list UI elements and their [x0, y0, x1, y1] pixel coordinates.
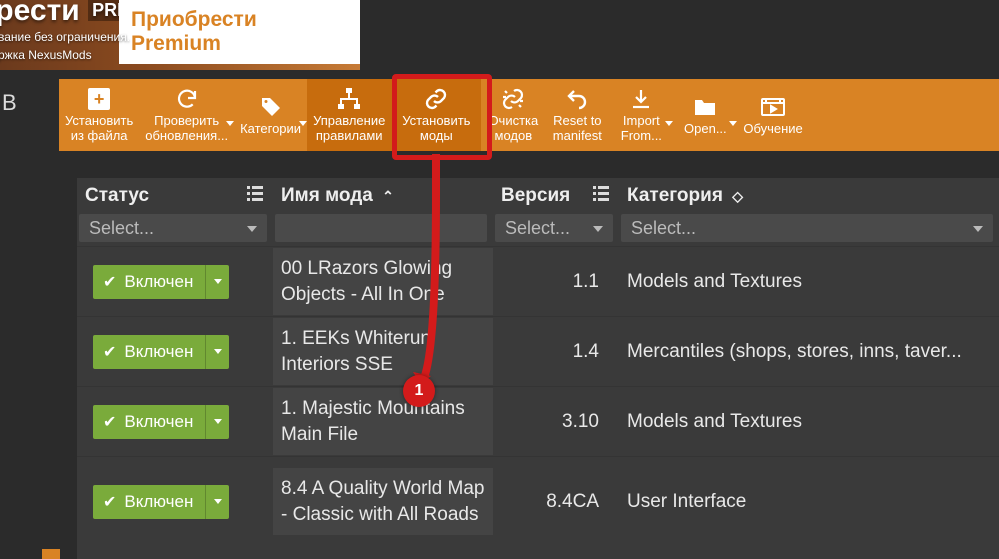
status-dropdown[interactable]: [205, 335, 229, 369]
table-row[interactable]: ✔Включен 1. EEKs Whiterun Interiors SSE …: [77, 316, 999, 386]
sidebar-fragment: В: [0, 90, 34, 130]
banner-subtext-1: вание без ограничения.: [0, 30, 130, 44]
mod-version: 8.4CA: [493, 483, 619, 521]
reset-manifest-button[interactable]: Reset tomanifest: [545, 79, 609, 151]
column-header-name[interactable]: Имя мода ⌃: [273, 178, 493, 214]
categories-button[interactable]: Категории: [234, 79, 307, 151]
refresh-icon: [175, 86, 199, 112]
open-button[interactable]: Open...: [673, 79, 737, 151]
unlink-icon: [500, 86, 526, 112]
table-row[interactable]: ✔ Включен 1. Majestic Mountains Main File…: [77, 386, 999, 456]
install-mods-button[interactable]: Установитьмоды: [391, 79, 481, 151]
mod-category: Mercantiles (shops, stores, inns, taver.…: [619, 333, 999, 371]
install-from-file-button[interactable]: + Установитьиз файла: [59, 79, 139, 151]
cleanup-mods-button[interactable]: Очисткамодов: [481, 79, 545, 151]
sort-asc-icon: ⌃: [382, 188, 394, 204]
mod-category: User Interface: [619, 483, 999, 521]
check-icon: ✔: [103, 342, 116, 362]
mod-status-toggle[interactable]: ✔ Включен: [93, 265, 229, 299]
tag-icon: [259, 94, 283, 120]
status-dropdown[interactable]: [205, 265, 229, 299]
table-row[interactable]: ✔ Включен 8.4 A Quality World Map - Class…: [77, 456, 999, 546]
premium-banner: иобрести PREMIUM Приобрести Premium вани…: [0, 0, 360, 70]
folder-icon: [693, 94, 717, 120]
name-filter-input[interactable]: [275, 214, 487, 242]
check-icon: ✔: [103, 412, 116, 432]
status-label: Включен: [124, 272, 193, 292]
training-button[interactable]: Обучение: [737, 79, 808, 151]
mod-category: Models and Textures: [619, 403, 999, 441]
banner-subtext-2: ржка NexusMods: [0, 48, 92, 62]
sitemap-icon: [336, 86, 362, 112]
status-dropdown[interactable]: [205, 405, 229, 439]
plus-icon: +: [88, 86, 110, 112]
list-icon: [245, 183, 265, 209]
column-header-version[interactable]: Версия: [493, 178, 619, 214]
mod-name: 1. EEKs Whiterun Interiors SSE: [273, 318, 493, 385]
video-icon: [760, 94, 786, 120]
manage-rules-button[interactable]: Управлениеправилами: [307, 79, 391, 151]
check-updates-button[interactable]: Проверитьобновления...: [139, 79, 234, 151]
sort-icon: ◇: [732, 188, 743, 204]
mod-status-toggle[interactable]: ✔ Включен: [93, 485, 229, 519]
status-label: Включен: [124, 342, 193, 362]
column-header-category[interactable]: Категория ◇: [619, 178, 999, 214]
mod-version: 3.10: [493, 403, 619, 441]
status-label: Включен: [124, 412, 193, 432]
check-icon: ✔: [103, 492, 116, 512]
buy-premium-button[interactable]: Приобрести Premium: [119, 0, 360, 64]
chevron-down-icon: [226, 121, 234, 126]
sidebar-accent: [42, 549, 60, 559]
mod-name: 8.4 A Quality World Map - Classic with A…: [273, 468, 493, 535]
chevron-down-icon: [665, 121, 673, 126]
table-row[interactable]: ✔ Включен 00 LRazors Glowing Objects - Al…: [77, 246, 999, 316]
chevron-down-icon: [729, 121, 737, 126]
import-from-button[interactable]: ImportFrom...: [609, 79, 673, 151]
status-dropdown[interactable]: [205, 485, 229, 519]
category-filter-select[interactable]: Select...: [621, 214, 993, 242]
link-icon: [423, 86, 449, 112]
chevron-down-icon: [299, 121, 307, 126]
mod-name: 00 LRazors Glowing Objects - All In One: [273, 248, 493, 315]
mod-status-toggle[interactable]: ✔ Включен: [93, 405, 229, 439]
mod-version: 1.4: [493, 333, 619, 371]
main-toolbar: + Установитьиз файла Проверитьобновления…: [59, 79, 999, 151]
undo-icon: [564, 86, 590, 112]
mod-name: 1. Majestic Mountains Main File: [273, 388, 493, 455]
mod-category: Models and Textures: [619, 263, 999, 301]
table-header-row: Статус Имя мода ⌃ Версия Категория ◇: [77, 178, 999, 214]
status-filter-select[interactable]: Select...: [79, 214, 267, 242]
status-label: Включен: [124, 492, 193, 512]
column-header-status[interactable]: Статус: [77, 178, 273, 214]
table-body: ✔ Включен 00 LRazors Glowing Objects - Al…: [77, 246, 999, 546]
table-filter-row: Select... Select... Select...: [77, 214, 999, 246]
mods-table: Статус Имя мода ⌃ Версия Категория ◇ Sel…: [77, 178, 999, 559]
check-icon: ✔: [103, 272, 116, 292]
import-icon: [629, 86, 653, 112]
mod-status-toggle[interactable]: ✔ Включен: [93, 335, 229, 369]
list-icon: [591, 183, 611, 209]
mod-version: 1.1: [493, 263, 619, 301]
version-filter-select[interactable]: Select...: [495, 214, 613, 242]
